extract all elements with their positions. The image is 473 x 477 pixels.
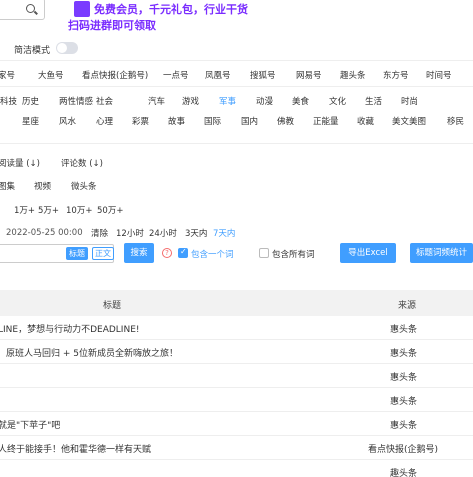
category-tab[interactable]: 生活 <box>365 95 382 107</box>
read-filter[interactable]: 1万+ <box>14 204 35 216</box>
row-title[interactable]: LINE，梦想与行动力不DEADLINE! <box>0 322 140 335</box>
read-filter[interactable]: 50万+ <box>97 204 123 216</box>
sort-by-reads[interactable]: 阅读量 (↓) <box>0 157 40 169</box>
divider <box>0 60 473 61</box>
date-range[interactable]: 12小时 <box>116 227 144 239</box>
include-all-checkbox[interactable] <box>259 248 269 258</box>
date-input[interactable]: 2022-05-25 00:00 <box>0 225 83 241</box>
category-tab[interactable]: 收藏 <box>357 115 374 127</box>
search-button[interactable]: 搜索 <box>124 243 154 263</box>
source-tab[interactable]: 趣头条 <box>340 69 366 81</box>
scope-body-button[interactable]: 正文 <box>92 247 114 260</box>
search-input[interactable] <box>0 0 45 20</box>
source-tab[interactable]: 东方号 <box>383 69 409 81</box>
source-tab[interactable]: 家号 <box>0 69 15 81</box>
category-tab[interactable]: 科技 <box>0 95 17 107</box>
source-tab[interactable]: 大鱼号 <box>38 69 64 81</box>
row-source: 惠头条 <box>390 325 418 335</box>
category-tab[interactable]: 移民 <box>447 115 464 127</box>
category-tab[interactable]: 佛教 <box>277 115 294 127</box>
category-tab[interactable]: 国内 <box>241 115 258 127</box>
category-tab[interactable]: 彩票 <box>132 115 149 127</box>
category-tab[interactable]: 汽车 <box>148 95 165 107</box>
read-filter[interactable]: 5万+ <box>38 204 59 216</box>
source-tab[interactable]: 搜狐号 <box>250 69 276 81</box>
category-tab[interactable]: 正能量 <box>313 115 339 127</box>
date-range[interactable]: 24小时 <box>149 227 177 239</box>
row-source: 惠头条 <box>390 421 418 431</box>
media-type-gallery[interactable]: 图集 <box>0 180 15 192</box>
export-excel-button[interactable]: 导出Excel <box>340 243 396 263</box>
category-tab[interactable]: 时尚 <box>401 95 418 107</box>
banner-line-1[interactable]: 免费会员，千元礼包，行业干货 <box>94 1 248 17</box>
read-filter[interactable]: 10万+ <box>66 204 92 216</box>
row-source: 趣头条 <box>390 469 418 477</box>
category-tab[interactable]: 社会 <box>96 95 113 107</box>
category-tab[interactable]: 故事 <box>168 115 185 127</box>
banner-line-2[interactable]: 扫码进群即可领取 <box>68 17 156 33</box>
source-tab[interactable]: 时间号 <box>426 69 452 81</box>
row-source: 惠头条 <box>390 373 418 383</box>
source-tab[interactable]: 凤凰号 <box>205 69 231 81</box>
category-tab[interactable]: 美食 <box>292 95 309 107</box>
divider <box>0 86 473 87</box>
sort-by-comments[interactable]: 评论数 (↓) <box>61 157 103 169</box>
category-tab[interactable]: 历史 <box>22 95 39 107</box>
category-tab[interactable]: 动漫 <box>256 95 273 107</box>
date-range-active[interactable]: 7天内 <box>213 227 235 239</box>
scope-title-button[interactable]: 标题 <box>66 247 88 260</box>
search-icon[interactable] <box>26 4 35 13</box>
category-tab[interactable]: 文化 <box>329 95 346 107</box>
source-tab[interactable]: 网易号 <box>296 69 322 81</box>
col-title-header: 标题 <box>103 301 122 311</box>
gift-icon <box>74 1 90 17</box>
row-title[interactable]: 人终于能接手！他和霍华德一样有天赋 <box>0 442 151 455</box>
category-tab[interactable]: 两性情感 <box>59 95 93 107</box>
row-title[interactable]: 就是"下苹子"吧 <box>0 418 60 431</box>
row-source: 惠头条 <box>390 349 418 359</box>
row-source: 惠头条 <box>390 397 418 407</box>
category-tab[interactable]: 游戏 <box>182 95 199 107</box>
source-tab[interactable]: 一点号 <box>163 69 189 81</box>
simple-mode-toggle[interactable] <box>56 42 78 54</box>
row-source: 看点快报(企鹅号) <box>368 445 439 455</box>
col-source-header: 来源 <box>398 301 417 311</box>
category-tab[interactable]: 心理 <box>96 115 113 127</box>
category-tab[interactable]: 风水 <box>59 115 76 127</box>
date-range[interactable]: 3天内 <box>185 227 207 239</box>
media-type-micro[interactable]: 微头条 <box>71 180 97 192</box>
help-icon[interactable]: ? <box>162 248 172 258</box>
media-type-video[interactable]: 视频 <box>34 180 51 192</box>
simple-mode-label: 简洁模式 <box>14 46 51 56</box>
divider <box>0 143 473 144</box>
category-tab[interactable]: 国际 <box>204 115 221 127</box>
category-tab[interactable]: 美文美图 <box>392 115 426 127</box>
category-tab[interactable]: 星座 <box>22 115 39 127</box>
include-all-label[interactable]: 包含所有词 <box>272 248 315 260</box>
category-tab-active[interactable]: 军事 <box>219 95 236 107</box>
row-title[interactable]: 原班人马回归 + 5位新成员全新嗨放之旅！ <box>6 346 178 359</box>
include-any-label[interactable]: 包含一个词 <box>191 248 234 260</box>
title-stats-button[interactable]: 标题词频统计 <box>410 243 473 263</box>
include-any-checkbox[interactable] <box>178 247 188 258</box>
date-clear[interactable]: 清除 <box>91 227 108 239</box>
source-tab[interactable]: 看点快报(企鹅号) <box>82 69 148 81</box>
